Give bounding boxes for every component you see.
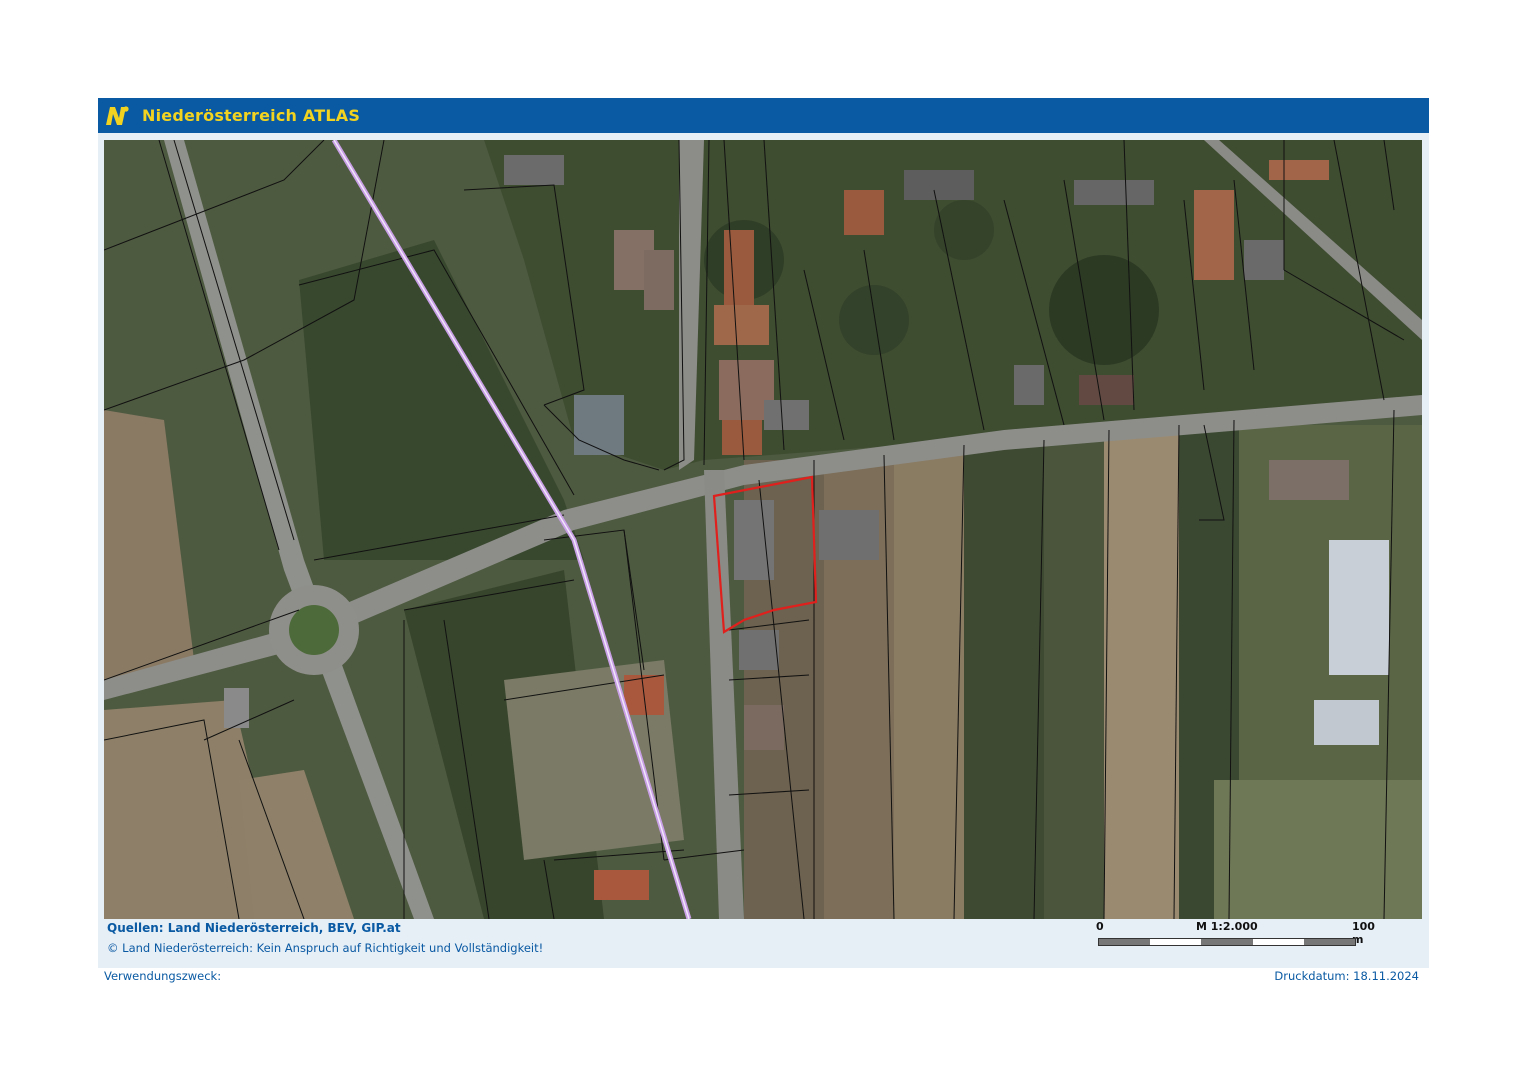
map-sources: Quellen: Land Niederösterreich, BEV, GIP… xyxy=(107,921,401,935)
noe-logo-icon xyxy=(104,105,130,127)
print-date: Druckdatum: 18.11.2024 xyxy=(1274,969,1419,983)
scale-bar-track xyxy=(1098,938,1356,946)
map-view[interactable] xyxy=(104,140,1422,919)
scale-ratio-label: M 1:2.000 xyxy=(1196,920,1258,933)
app-title: Niederösterreich ATLAS xyxy=(142,106,361,125)
scale-start-label: 0 xyxy=(1096,920,1104,933)
map-canvas xyxy=(104,140,1422,919)
scale-end-label: 100 m xyxy=(1352,920,1375,946)
copyright-notice: © Land Niederösterreich: Kein Anspruch a… xyxy=(107,941,544,955)
usage-purpose-label: Verwendungszweck: xyxy=(104,969,222,983)
scale-bar: 0 M 1:2.000 100 m xyxy=(1096,920,1388,950)
atlas-header: Niederösterreich ATLAS xyxy=(98,98,1429,133)
